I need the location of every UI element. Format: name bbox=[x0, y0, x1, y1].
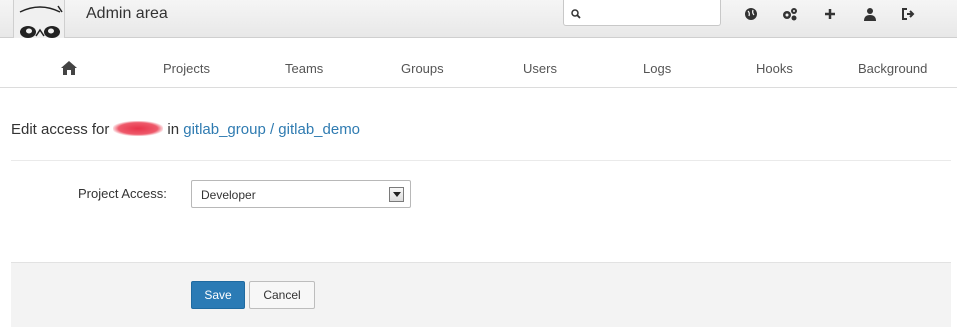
save-button[interactable]: Save bbox=[191, 281, 245, 309]
selected-access-level: Developer bbox=[201, 188, 256, 202]
search-icon bbox=[571, 6, 581, 24]
heading-in: in bbox=[167, 121, 180, 138]
globe-icon[interactable] bbox=[742, 5, 760, 23]
nav-background[interactable]: Background bbox=[858, 61, 927, 76]
nav-logs[interactable]: Logs bbox=[643, 61, 671, 76]
sign-out-icon[interactable] bbox=[900, 5, 918, 23]
project-access-label: Project Access: bbox=[78, 186, 167, 201]
divider bbox=[11, 160, 951, 161]
settings-gears-icon[interactable] bbox=[781, 5, 799, 23]
dropdown-arrow-icon[interactable] bbox=[389, 187, 404, 202]
nav-teams[interactable]: Teams bbox=[285, 61, 323, 76]
gitlab-logo[interactable] bbox=[13, 0, 65, 38]
nav-users[interactable]: Users bbox=[523, 61, 557, 76]
search-input[interactable] bbox=[586, 3, 716, 21]
user-icon[interactable] bbox=[861, 5, 879, 23]
nav-projects[interactable]: Projects bbox=[163, 61, 210, 76]
form-actions: Save Cancel bbox=[11, 262, 951, 327]
cancel-button[interactable]: Cancel bbox=[249, 281, 315, 309]
admin-nav: Projects Teams Groups Users Logs Hooks B… bbox=[0, 39, 957, 88]
search-box[interactable] bbox=[563, 0, 721, 26]
redacted-username bbox=[113, 121, 164, 136]
heading-prefix: Edit access for bbox=[11, 121, 110, 138]
nav-hooks[interactable]: Hooks bbox=[756, 61, 793, 76]
nav-groups[interactable]: Groups bbox=[401, 61, 444, 76]
project-path-link[interactable]: gitlab_group / gitlab_demo bbox=[183, 121, 360, 138]
plus-icon[interactable] bbox=[821, 5, 839, 23]
project-access-select[interactable]: Developer bbox=[191, 180, 411, 208]
app-title: Admin area bbox=[86, 5, 168, 22]
home-icon[interactable] bbox=[60, 60, 78, 76]
page-heading: Edit access for in gitlab_group / gitlab_… bbox=[11, 121, 360, 138]
top-header: Admin area bbox=[0, 0, 957, 38]
